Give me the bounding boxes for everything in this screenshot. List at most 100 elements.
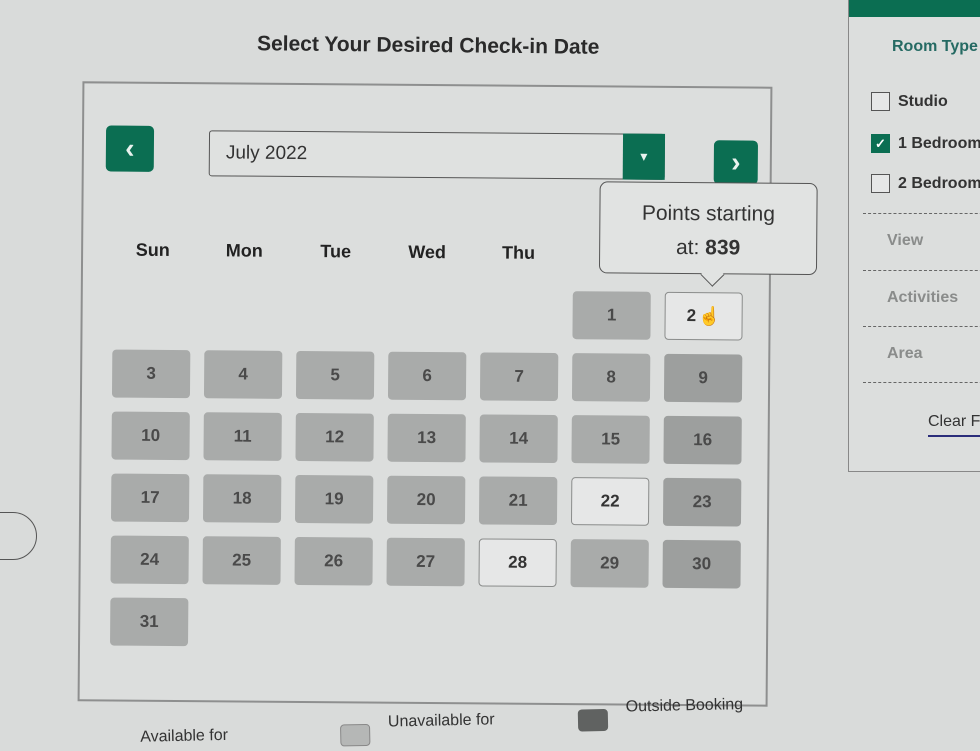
day-number: 16 <box>693 430 713 450</box>
empty-day-cell <box>112 288 190 337</box>
weekday-label: Thu <box>501 242 536 263</box>
day-cell-3[interactable]: 3 <box>111 349 191 399</box>
day-number: 2 <box>686 306 697 326</box>
month-select[interactable]: July 2022 ▼ <box>208 130 666 180</box>
calendar-panel: ‹ July 2022 ▼ › Sun Mon Tue Wed Thu 1 2 ☝ 3… <box>77 81 818 707</box>
filter-section-activities[interactable]: Activities <box>887 289 958 307</box>
chevron-left-icon: ‹ <box>125 132 135 164</box>
checkbox-2-bedroom[interactable] <box>871 174 890 193</box>
day-number: 26 <box>324 551 344 571</box>
dropdown-caret-icon[interactable]: ▼ <box>622 133 666 180</box>
day-cell-2[interactable]: 2 ☝ <box>664 291 743 341</box>
month-select-value: July 2022 <box>225 142 308 165</box>
day-cell-8[interactable]: 8 <box>571 353 651 402</box>
room-type-2-bedroom[interactable]: 2 Bedroom <box>871 174 980 193</box>
tooltip-line2: at: 839 <box>600 230 816 266</box>
legend-label: Unavailable for <box>387 711 495 731</box>
day-number: 12 <box>325 427 345 447</box>
divider <box>863 326 980 327</box>
empty-day-cell <box>204 288 282 337</box>
day-cell-19[interactable]: 19 <box>294 474 374 524</box>
legend-label: Outside Booking <box>625 696 744 716</box>
day-cell-13[interactable]: 13 <box>387 413 466 463</box>
divider <box>863 270 980 271</box>
tooltip-points: 839 <box>705 236 741 260</box>
day-cell-22[interactable]: 22 <box>570 477 650 526</box>
day-number: 29 <box>600 553 620 573</box>
day-number: 20 <box>416 489 436 510</box>
day-number: 14 <box>509 428 529 448</box>
weekday-label: Tue <box>320 241 352 262</box>
day-cell-4[interactable]: 4 <box>203 350 283 399</box>
day-cell-11[interactable]: 11 <box>203 412 282 461</box>
day-cell-23[interactable]: 23 <box>662 477 742 527</box>
day-cell-1[interactable]: 1 <box>572 291 651 340</box>
filter-section-view[interactable]: View <box>887 232 923 250</box>
prev-month-button[interactable]: ‹ <box>105 125 155 172</box>
day-cell-30[interactable]: 30 <box>662 539 741 589</box>
legend-swatch-unavailable <box>340 723 371 747</box>
day-number: 21 <box>508 490 528 510</box>
room-type-studio[interactable]: Studio <box>871 92 948 111</box>
day-cell-20[interactable]: 20 <box>386 475 466 525</box>
day-cell-25[interactable]: 25 <box>202 536 281 585</box>
filter-panel: Room Type Studio ✓ 1 Bedroom 2 Bedroom V… <box>848 0 980 472</box>
empty-day-cell <box>388 290 466 339</box>
day-cell-9[interactable]: 9 <box>663 353 743 403</box>
day-cell-28[interactable]: 28 <box>478 538 557 588</box>
weekday-label: Sun <box>135 239 170 260</box>
next-month-button[interactable]: › <box>713 140 759 185</box>
room-type-title: Room Type <box>892 38 978 55</box>
day-cell-27[interactable]: 27 <box>386 537 465 587</box>
legend-swatch-outside <box>577 708 609 732</box>
day-cell-17[interactable]: 17 <box>110 473 190 523</box>
day-cell-18[interactable]: 18 <box>202 474 282 523</box>
checkbox-1-bedroom[interactable]: ✓ <box>871 134 890 153</box>
empty-day-cell <box>296 289 374 338</box>
filter-section-area[interactable]: Area <box>887 345 923 363</box>
day-number: 15 <box>601 429 621 449</box>
day-cell-21[interactable]: 21 <box>478 476 558 526</box>
legend-outside: Outside Booking <box>577 696 744 732</box>
divider <box>863 213 980 214</box>
legend-unavailable: Unavailable for <box>340 707 495 747</box>
day-number: 18 <box>232 488 252 508</box>
points-tooltip: Points starting at: 839 <box>598 181 818 276</box>
day-cell-12[interactable]: 12 <box>295 412 374 462</box>
day-number: 19 <box>324 489 344 509</box>
chevron-right-icon: › <box>731 146 741 178</box>
day-cell-31[interactable]: 31 <box>110 597 189 647</box>
day-number: 13 <box>417 427 437 448</box>
day-cell-5[interactable]: 5 <box>295 350 375 400</box>
day-number: 31 <box>139 611 159 631</box>
day-number: 11 <box>233 426 252 446</box>
legend-label: Available for <box>140 726 229 746</box>
day-number: 23 <box>692 492 712 512</box>
day-number: 27 <box>416 551 436 572</box>
day-cell-29[interactable]: 29 <box>570 539 649 588</box>
day-cell-7[interactable]: 7 <box>479 352 559 402</box>
weekday-label: Mon <box>225 240 263 261</box>
day-cell-15[interactable]: 15 <box>571 415 650 464</box>
day-number: 7 <box>514 366 524 386</box>
left-partial-button[interactable] <box>0 512 37 560</box>
clear-filters-link[interactable]: Clear F <box>928 413 980 437</box>
day-grid: 1 2 ☝ 3 4 5 6 7 8 9 10 11 12 13 14 15 16 17 18 19 20 21 22 23 24… <box>110 288 743 651</box>
room-type-1-bedroom[interactable]: ✓ 1 Bedroom <box>871 134 980 153</box>
hand-pointer-icon: ☝ <box>698 305 721 326</box>
checkbox-studio[interactable] <box>871 92 890 111</box>
day-number: 1 <box>606 305 617 325</box>
day-cell-16[interactable]: 16 <box>663 415 742 465</box>
day-number: 17 <box>140 487 160 507</box>
day-cell-24[interactable]: 24 <box>110 535 189 585</box>
day-cell-6[interactable]: 6 <box>387 351 467 401</box>
filter-header-bar <box>849 0 980 17</box>
day-number: 24 <box>140 549 160 569</box>
legend-available: Available for <box>140 713 228 747</box>
day-cell-14[interactable]: 14 <box>479 414 558 464</box>
room-type-label: 2 Bedroom <box>898 174 980 192</box>
day-cell-10[interactable]: 10 <box>111 411 190 461</box>
day-number: 30 <box>692 554 712 574</box>
day-number: 28 <box>508 552 528 572</box>
day-cell-26[interactable]: 26 <box>294 536 373 586</box>
